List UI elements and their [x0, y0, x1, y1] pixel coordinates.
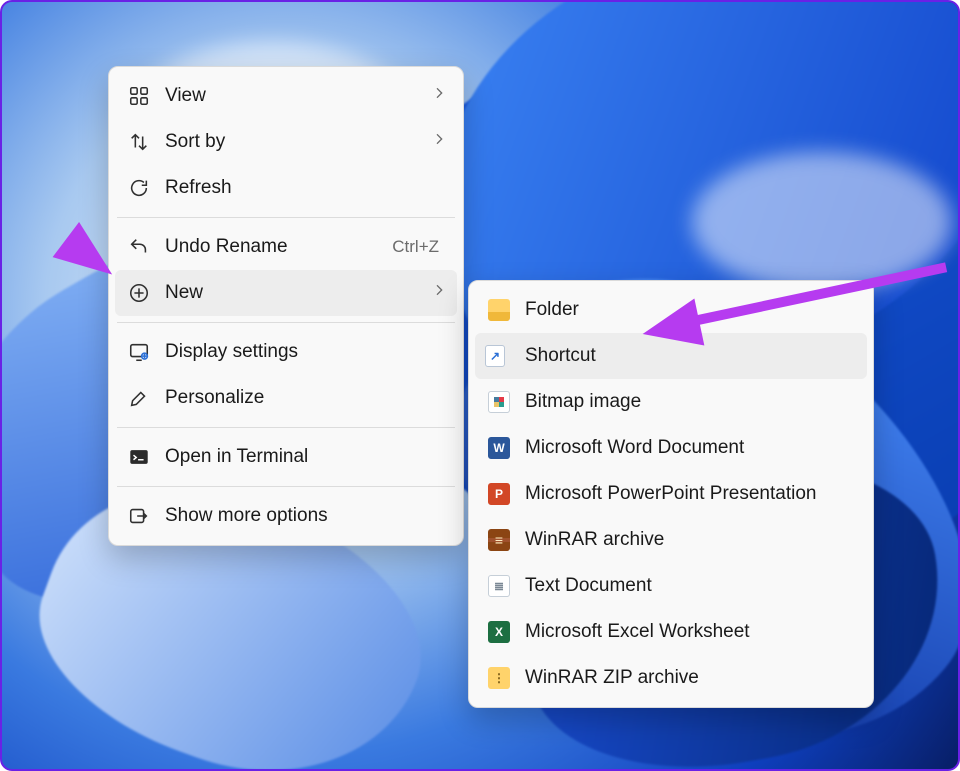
display-settings-icon	[125, 341, 153, 363]
view-grid-icon	[125, 85, 153, 107]
personalize-brush-icon	[125, 387, 153, 409]
winrar-icon	[485, 529, 513, 551]
terminal-icon	[125, 446, 153, 468]
submenu-item-label: Microsoft Word Document	[525, 437, 857, 459]
menu-item-personalize[interactable]: Personalize	[115, 375, 457, 421]
menu-separator	[117, 486, 455, 487]
refresh-icon	[125, 177, 153, 199]
submenu-item-label: Text Document	[525, 575, 857, 597]
bitmap-image-icon	[485, 391, 513, 413]
menu-item-label: Show more options	[165, 505, 447, 527]
new-submenu: Folder ↗ Shortcut Bitmap image Microsoft…	[468, 280, 874, 708]
submenu-item-text-doc[interactable]: Text Document	[475, 563, 867, 609]
menu-item-refresh[interactable]: Refresh	[115, 165, 457, 211]
submenu-item-bitmap[interactable]: Bitmap image	[475, 379, 867, 425]
menu-item-open-terminal[interactable]: Open in Terminal	[115, 434, 457, 480]
submenu-item-excel[interactable]: Microsoft Excel Worksheet	[475, 609, 867, 655]
chevron-right-icon	[431, 131, 447, 153]
submenu-item-winrar-zip[interactable]: WinRAR ZIP archive	[475, 655, 867, 701]
text-doc-icon	[485, 575, 513, 597]
sort-icon	[125, 131, 153, 153]
menu-separator	[117, 322, 455, 323]
keyboard-shortcut: Ctrl+Z	[392, 237, 439, 257]
menu-item-undo-rename[interactable]: Undo Rename Ctrl+Z	[115, 224, 457, 270]
submenu-item-label: WinRAR archive	[525, 529, 857, 551]
submenu-item-label: Shortcut	[525, 345, 857, 367]
menu-item-label: New	[165, 282, 431, 304]
submenu-item-winrar[interactable]: WinRAR archive	[475, 517, 867, 563]
plus-circle-icon	[125, 282, 153, 304]
submenu-item-label: Bitmap image	[525, 391, 857, 413]
submenu-item-label: Folder	[525, 299, 857, 321]
menu-item-new[interactable]: New	[115, 270, 457, 316]
menu-item-label: Personalize	[165, 387, 447, 409]
menu-separator	[117, 217, 455, 218]
submenu-item-folder[interactable]: Folder	[475, 287, 867, 333]
menu-item-label: Display settings	[165, 341, 447, 363]
excel-icon	[485, 621, 513, 643]
submenu-item-label: Microsoft PowerPoint Presentation	[525, 483, 857, 505]
menu-item-show-more-options[interactable]: Show more options	[115, 493, 457, 539]
submenu-item-label: WinRAR ZIP archive	[525, 667, 857, 689]
menu-item-label: View	[165, 85, 431, 107]
menu-item-view[interactable]: View	[115, 73, 457, 119]
submenu-item-powerpoint[interactable]: Microsoft PowerPoint Presentation	[475, 471, 867, 517]
undo-icon	[125, 236, 153, 258]
submenu-item-shortcut[interactable]: ↗ Shortcut	[475, 333, 867, 379]
zip-icon	[485, 667, 513, 689]
desktop-context-menu: View Sort by Refresh	[108, 66, 464, 546]
submenu-item-label: Microsoft Excel Worksheet	[525, 621, 857, 643]
menu-item-label: Open in Terminal	[165, 446, 447, 468]
folder-icon	[485, 299, 513, 321]
menu-item-label: Refresh	[165, 177, 447, 199]
menu-item-display-settings[interactable]: Display settings	[115, 329, 457, 375]
menu-separator	[117, 427, 455, 428]
menu-item-label: Sort by	[165, 131, 431, 153]
powerpoint-icon	[485, 483, 513, 505]
word-doc-icon	[485, 437, 513, 459]
more-options-icon	[125, 505, 153, 527]
shortcut-icon: ↗	[485, 345, 513, 367]
chevron-right-icon	[431, 282, 447, 304]
menu-item-sort-by[interactable]: Sort by	[115, 119, 457, 165]
menu-item-label: Undo Rename	[165, 236, 392, 258]
chevron-right-icon	[431, 85, 447, 107]
submenu-item-word-doc[interactable]: Microsoft Word Document	[475, 425, 867, 471]
